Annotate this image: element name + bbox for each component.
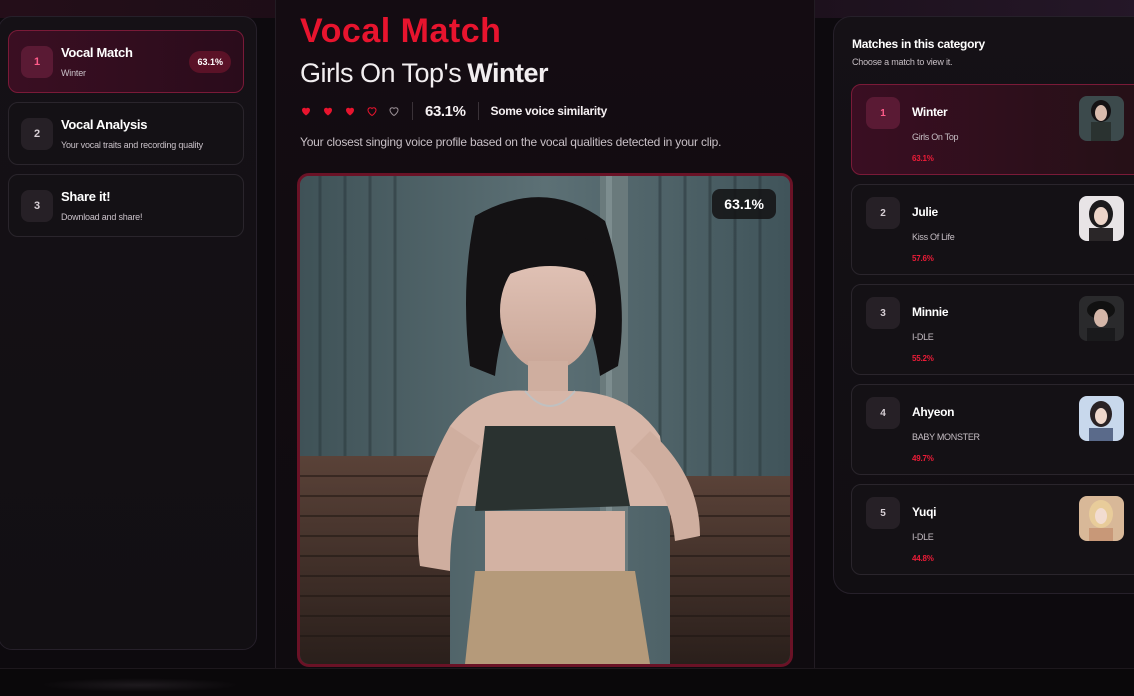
match-name: Winter <box>467 58 548 88</box>
match-card-minnie[interactable]: 3 Minnie I-DLE 55.2% <box>851 284 1134 375</box>
match-percent: 55.2% <box>912 354 934 363</box>
separator <box>412 102 413 120</box>
match-group: Girls On Top <box>912 132 959 142</box>
step-share[interactable]: 3 Share it! Download and share! <box>8 174 244 237</box>
step-score-badge: 63.1% <box>189 51 231 73</box>
match-percent: 63.1% <box>912 154 934 163</box>
match-name: Minnie <box>912 305 949 319</box>
match-rank: 3 <box>866 297 900 329</box>
match-thumbnail <box>1079 396 1124 441</box>
match-rank: 2 <box>866 197 900 229</box>
match-name: Julie <box>912 205 938 219</box>
similarity-rating: 63.1% Some voice similarity <box>300 100 607 122</box>
step-number: 1 <box>21 46 53 78</box>
match-name: Yuqi <box>912 505 937 519</box>
step-number: 3 <box>21 190 53 222</box>
step-subtitle: Download and share! <box>61 212 143 222</box>
match-thumbnail <box>1079 296 1124 341</box>
bottom-glow <box>40 678 240 692</box>
step-vocal-match[interactable]: 1 Vocal Match Winter 63.1% <box>8 30 244 93</box>
match-thumbnail <box>1079 196 1124 241</box>
match-group: I-DLE <box>912 332 934 342</box>
artist-photo-image <box>300 176 790 664</box>
similarity-percent: 63.1% <box>425 102 466 120</box>
step-title: Vocal Analysis <box>61 117 148 132</box>
divider <box>275 0 276 668</box>
match-group: Kiss Of Life <box>912 232 955 242</box>
match-group: I-DLE <box>912 532 934 542</box>
steps-panel: 1 Vocal Match Winter 63.1% 2 Vocal Analy… <box>0 16 257 650</box>
photo-score-badge: 63.1% <box>712 189 776 219</box>
step-number: 2 <box>21 118 53 150</box>
match-percent: 49.7% <box>912 454 934 463</box>
step-subtitle: Winter <box>61 68 86 78</box>
match-name: Winter <box>912 105 948 119</box>
heart-filled-icon <box>322 105 334 117</box>
step-title: Vocal Match <box>61 45 133 60</box>
matches-title: Matches in this category <box>852 37 985 51</box>
match-artist: Girls On Top's <box>300 58 462 88</box>
page-title: Vocal Match <box>300 12 502 50</box>
match-card-ahyeon[interactable]: 4 Ahyeon BABY MONSTER 49.7% <box>851 384 1134 475</box>
match-photo: 63.1% <box>297 173 793 667</box>
match-percent: 57.6% <box>912 254 934 263</box>
match-card-yuqi[interactable]: 5 Yuqi I-DLE 44.8% <box>851 484 1134 575</box>
separator <box>477 102 479 120</box>
divider <box>814 0 815 668</box>
heart-filled-icon <box>344 105 356 117</box>
match-thumbnail <box>1079 96 1124 141</box>
step-subtitle: Your vocal traits and recording quality <box>61 140 203 150</box>
match-heading: Girls On Top's Winter <box>300 58 548 89</box>
heart-outline-icon <box>388 105 400 117</box>
match-rank: 5 <box>866 497 900 529</box>
step-title: Share it! <box>61 189 111 204</box>
match-percent: 44.8% <box>912 554 934 563</box>
match-group: BABY MONSTER <box>912 432 980 442</box>
match-rank: 1 <box>866 97 900 129</box>
result-description: Your closest singing voice profile based… <box>300 135 722 149</box>
match-name: Ahyeon <box>912 405 955 419</box>
match-thumbnail <box>1079 496 1124 541</box>
match-card-winter[interactable]: 1 Winter Girls On Top 63.1% <box>851 84 1134 175</box>
step-vocal-analysis[interactable]: 2 Vocal Analysis Your vocal traits and r… <box>8 102 244 165</box>
match-rank: 4 <box>866 397 900 429</box>
heart-filled-icon <box>300 105 312 117</box>
matches-subtitle: Choose a match to view it. <box>852 57 953 67</box>
heart-outline-icon <box>366 105 378 117</box>
match-card-julie[interactable]: 2 Julie Kiss Of Life 57.6% <box>851 184 1134 275</box>
similarity-label: Some voice similarity <box>490 104 608 118</box>
